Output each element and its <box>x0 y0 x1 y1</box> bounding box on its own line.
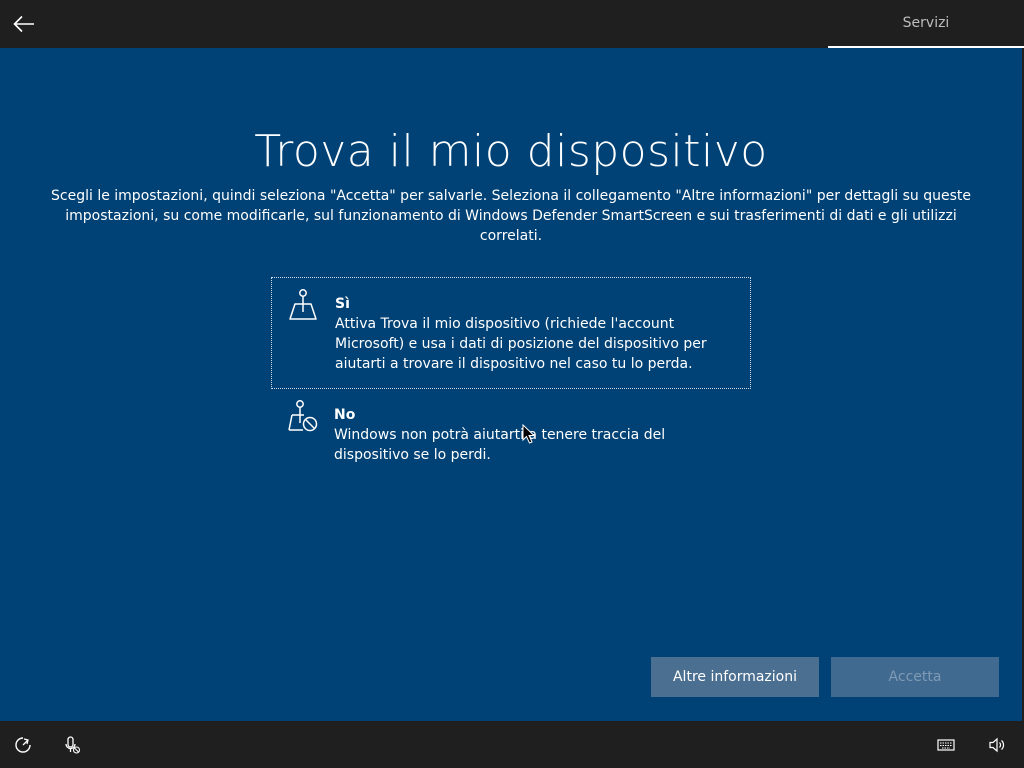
option-yes-description: Attiva Trova il mio dispositivo (richied… <box>335 316 707 372</box>
option-no-title: No <box>334 407 356 423</box>
option-no-description: Windows non potrà aiutarti a tenere trac… <box>334 427 666 463</box>
map-pin-blocked-icon <box>285 399 319 433</box>
main-content: Trova il mio dispositivo Scegli le impos… <box>0 48 1022 721</box>
back-arrow-icon[interactable] <box>8 8 40 40</box>
section-tab-services: Servizi <box>828 0 1024 48</box>
accept-button[interactable]: Accetta <box>831 657 999 697</box>
mouse-cursor-icon <box>522 423 536 444</box>
keyboard-icon[interactable] <box>935 734 957 756</box>
microphone-off-icon[interactable] <box>61 734 83 756</box>
map-pin-icon <box>286 288 320 322</box>
option-no[interactable]: No Windows non potrà aiutarti a tenere t… <box>271 389 751 481</box>
more-info-button[interactable]: Altre informazioni <box>651 657 819 697</box>
option-yes-title: Sì <box>335 296 350 312</box>
volume-icon[interactable] <box>986 734 1008 756</box>
option-yes[interactable]: Sì Attiva Trova il mio dispositivo (rich… <box>271 277 751 389</box>
bottom-taskbar <box>0 721 1024 768</box>
top-bar: Servizi <box>0 0 1024 48</box>
page-description: Scegli le impostazioni, quindi seleziona… <box>51 188 971 244</box>
page-title: Trova il mio dispositivo <box>254 126 768 177</box>
ease-of-access-icon[interactable] <box>12 734 34 756</box>
